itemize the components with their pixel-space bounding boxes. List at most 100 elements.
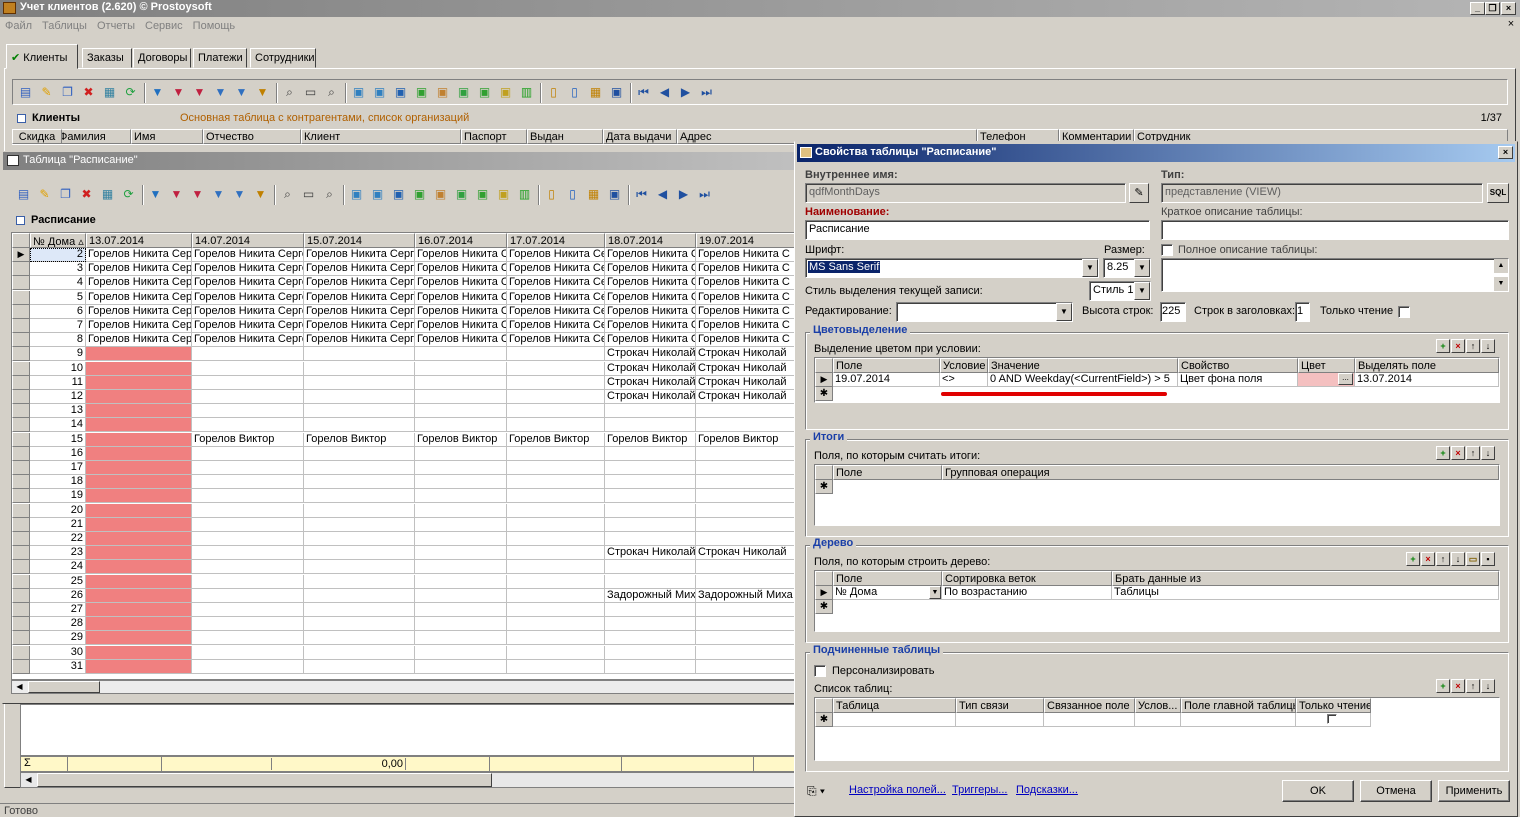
schedule-cell[interactable] [86, 376, 192, 390]
schedule-cell[interactable] [415, 376, 507, 390]
schedule-cell[interactable] [86, 546, 192, 560]
schedule-cell[interactable] [507, 404, 605, 418]
schedule-col-header[interactable]: 15.07.2014 [304, 233, 415, 248]
toolbar-icon[interactable]: ▣ [392, 84, 409, 101]
row-indicator[interactable] [12, 518, 30, 532]
toolbar-icon[interactable]: ▶ [677, 84, 694, 101]
schedule-cell[interactable] [696, 461, 798, 475]
schedule-cell[interactable]: Горелов Виктор [192, 433, 304, 447]
schedule-cell[interactable]: Горелов Никита С [696, 262, 798, 276]
schedule-cell[interactable] [304, 660, 415, 674]
schedule-cell[interactable]: Горелов Никита С [605, 319, 696, 333]
schedule-col-header[interactable]: № Дома ▵ [30, 233, 86, 248]
move-down-icon[interactable]: ↓ [1481, 446, 1495, 460]
toolbar-icon[interactable]: ▣ [371, 84, 388, 101]
scroll-thumb[interactable] [37, 773, 492, 787]
row-indicator[interactable] [12, 560, 30, 574]
schedule-cell[interactable] [304, 589, 415, 603]
schedule-cell[interactable]: Горелов Никита Серге [304, 276, 415, 290]
toolbar-icon[interactable]: ▣ [453, 186, 470, 203]
cell-value[interactable]: 0 AND Weekday(<CurrentField>) > 5 [988, 373, 1178, 387]
schedule-cell[interactable] [415, 475, 507, 489]
scroll-left-icon[interactable]: ◀ [13, 681, 26, 693]
tab-orders[interactable]: Заказы [82, 48, 132, 68]
schedule-cell[interactable] [304, 646, 415, 660]
schedule-cell[interactable] [86, 418, 192, 432]
row-indicator[interactable] [12, 262, 30, 276]
schedule-cell[interactable] [304, 390, 415, 404]
house-number-cell[interactable]: 14 [30, 418, 86, 432]
schedule-cell[interactable] [507, 603, 605, 617]
house-number-cell[interactable]: 28 [30, 617, 86, 631]
schedule-cell[interactable]: Горелов Никита Серге [304, 291, 415, 305]
row-indicator[interactable] [12, 362, 30, 376]
schedule-cell[interactable] [415, 546, 507, 560]
save-icon[interactable]: ▪ [1481, 552, 1495, 566]
schedule-cell[interactable] [86, 390, 192, 404]
chevron-down-icon[interactable]: ▼ [1134, 259, 1150, 277]
move-up-icon[interactable]: ↑ [1466, 679, 1480, 693]
house-number-cell[interactable]: 6 [30, 305, 86, 319]
schedule-cell[interactable]: Горелов Никита Серг [86, 319, 192, 333]
toolbar-icon[interactable]: ▣ [495, 186, 512, 203]
house-number-cell[interactable]: 16 [30, 447, 86, 461]
toolbar-icon[interactable]: ▣ [411, 186, 428, 203]
schedule-cell[interactable] [507, 589, 605, 603]
toolbar-icon[interactable]: ▦ [101, 84, 118, 101]
toolbar-icon[interactable]: ▭ [300, 186, 317, 203]
schedule-cell[interactable] [304, 617, 415, 631]
schedule-col-header[interactable]: 16.07.2014 [415, 233, 507, 248]
toolbar-icon[interactable]: ⟳ [120, 186, 137, 203]
row-indicator[interactable] [12, 276, 30, 290]
row-height-field[interactable]: 225 [1160, 302, 1186, 322]
schedule-cell[interactable] [304, 475, 415, 489]
schedule-cell[interactable] [696, 504, 798, 518]
move-down-icon[interactable]: ↓ [1481, 679, 1495, 693]
schedule-cell[interactable] [192, 603, 304, 617]
house-number-cell[interactable]: 23 [30, 546, 86, 560]
scroll-left-icon[interactable]: ◀ [22, 773, 35, 787]
schedule-cell[interactable] [304, 560, 415, 574]
toolbar-icon[interactable]: ◀ [656, 84, 673, 101]
schedule-cell[interactable] [415, 504, 507, 518]
schedule-cell[interactable]: Горелов Виктор [507, 433, 605, 447]
schedule-cell[interactable] [605, 404, 696, 418]
schedule-cell[interactable]: Горелов Никита Серге [192, 291, 304, 305]
schedule-cell[interactable] [192, 575, 304, 589]
row-indicator[interactable] [12, 617, 30, 631]
hints-link[interactable]: Подсказки... [1016, 784, 1078, 796]
delete-icon[interactable]: × [1451, 339, 1465, 353]
schedule-cell[interactable]: Горелов Никита С [696, 276, 798, 290]
toolbar-icon[interactable]: ▼ [233, 84, 250, 101]
triggers-link[interactable]: Триггеры... [952, 784, 1007, 796]
menu-tables[interactable]: Таблицы [37, 18, 92, 32]
schedule-cell[interactable]: Горелов Никита Серге [192, 319, 304, 333]
cell-field[interactable]: 19.07.2014 [833, 373, 940, 387]
schedule-cell[interactable] [696, 560, 798, 574]
house-number-cell[interactable]: 24 [30, 560, 86, 574]
toolbar-icon[interactable]: ▦ [99, 186, 116, 203]
toolbar-icon[interactable]: ▥ [518, 84, 535, 101]
schedule-cell[interactable] [605, 447, 696, 461]
schedule-cell[interactable] [605, 504, 696, 518]
scroll-thumb[interactable] [28, 681, 100, 693]
schedule-cell[interactable]: Горелов Виктор [415, 433, 507, 447]
clients-col-header[interactable]: Имя [131, 129, 203, 144]
schedule-cell[interactable]: Горелов Никита С [696, 291, 798, 305]
clients-col-header[interactable]: Скидка [12, 129, 62, 144]
schedule-cell[interactable] [86, 362, 192, 376]
toolbar-icon[interactable]: ▣ [474, 186, 491, 203]
delete-icon[interactable]: × [1421, 552, 1435, 566]
schedule-cell[interactable] [304, 532, 415, 546]
collapse-icon[interactable] [17, 114, 26, 123]
schedule-col-header[interactable]: 19.07.2014 [696, 233, 798, 248]
house-number-cell[interactable]: 20 [30, 504, 86, 518]
house-number-cell[interactable]: 2 [30, 248, 86, 262]
readonly-cell-checkbox[interactable] [1327, 714, 1337, 724]
schedule-cell[interactable] [304, 362, 415, 376]
schedule-cell[interactable] [192, 617, 304, 631]
schedule-col-header[interactable]: 18.07.2014 [605, 233, 696, 248]
schedule-cell[interactable]: Горелов Никита Серг [86, 333, 192, 347]
toolbar-icon[interactable]: ▼ [231, 186, 248, 203]
schedule-cell[interactable] [192, 447, 304, 461]
